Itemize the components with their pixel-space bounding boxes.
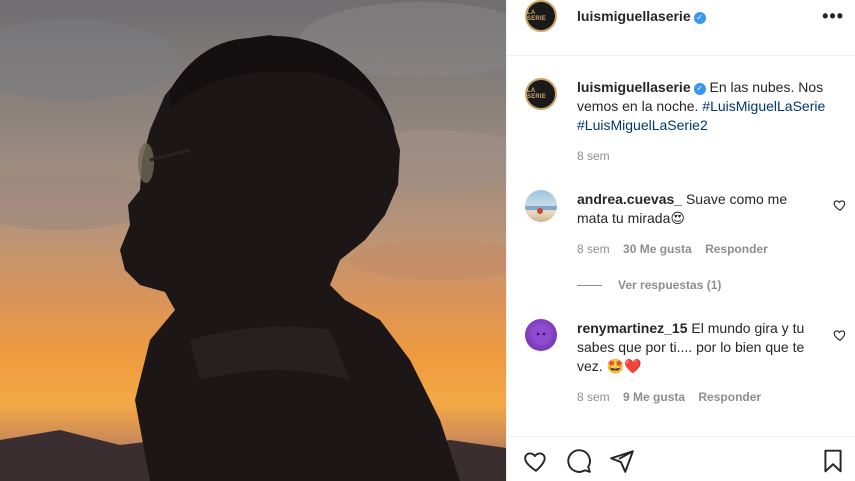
avatar-logo-text: LA SERIE <box>527 10 547 22</box>
post-panel: LA SERIE luismiguellaserie ✓ ••• LA SERIE… <box>506 0 855 481</box>
comment-likes[interactable]: 9 Me gusta <box>623 390 685 404</box>
save-bookmark-icon[interactable] <box>820 448 846 474</box>
like-comment-heart-icon[interactable] <box>833 198 847 212</box>
caption-avatar[interactable]: LA SERIE <box>525 78 557 110</box>
reply-button[interactable]: Responder <box>698 390 761 404</box>
comment-username[interactable]: andrea.cuevas_ <box>577 191 682 207</box>
comment-emoji: 😍 <box>670 210 685 226</box>
comment-text: Suave como me <box>685 191 788 207</box>
share-paper-plane-icon[interactable] <box>609 448 635 474</box>
header-username[interactable]: luismiguellaserie <box>577 8 691 24</box>
comment-time[interactable]: 8 sem <box>577 242 610 256</box>
caption-username[interactable]: luismiguellaserie <box>577 79 691 95</box>
avatar-logo-text: LA SERIE <box>527 88 547 100</box>
comment-body: andrea.cuevas_ Suave como me mata tu mir… <box>577 190 817 228</box>
purple-emoji-icon <box>532 327 550 345</box>
comment-bubble-icon[interactable] <box>566 448 592 474</box>
comment-meta: 8 sem 9 Me gusta Responder <box>577 390 771 404</box>
post-image[interactable] <box>0 0 506 481</box>
action-bar <box>507 436 855 481</box>
header-user: luismiguellaserie ✓ <box>577 8 706 26</box>
author-avatar[interactable]: LA SERIE <box>525 0 557 32</box>
comment-meta: 8 sem 30 Me gusta Responder <box>577 242 778 256</box>
more-options-icon[interactable]: ••• <box>822 6 844 27</box>
commenter-avatar[interactable] <box>525 190 557 222</box>
verified-badge-icon: ✓ <box>693 11 706 24</box>
caption: luismiguellaserie ✓ En las nubes. Nos vem… <box>577 78 849 135</box>
beach-photo-icon <box>525 206 557 214</box>
comment-text: El mundo gira y <box>691 320 789 336</box>
comment-emoji: 🤩❤️ <box>606 358 642 374</box>
divider-line <box>577 284 602 286</box>
comment-likes[interactable]: 30 Me gusta <box>623 242 692 256</box>
caption-time[interactable]: 8 sem <box>577 149 610 163</box>
view-replies-label: Ver respuestas (1) <box>618 278 722 292</box>
comment-time[interactable]: 8 sem <box>577 390 610 404</box>
like-heart-icon[interactable] <box>523 448 549 474</box>
post-header: LA SERIE luismiguellaserie ✓ ••• <box>507 0 855 56</box>
comment-body: renymartinez_15 El mundo gira y tu sabes… <box>577 319 822 376</box>
like-comment-heart-icon[interactable] <box>833 328 847 342</box>
commenter-avatar[interactable] <box>525 319 557 351</box>
verified-badge-icon: ✓ <box>693 82 706 95</box>
silhouette-photo <box>0 2 506 481</box>
comment-text: mata tu mirada <box>577 210 671 226</box>
hashtag-link[interactable]: #LuisMiguelLaSerie2 <box>577 117 708 133</box>
hashtag-link[interactable]: #LuisMiguelLaSerie <box>702 98 825 114</box>
view-replies-button[interactable]: Ver respuestas (1) <box>577 278 721 292</box>
reply-button[interactable]: Responder <box>705 242 768 256</box>
comment-username[interactable]: renymartinez_15 <box>577 320 688 336</box>
